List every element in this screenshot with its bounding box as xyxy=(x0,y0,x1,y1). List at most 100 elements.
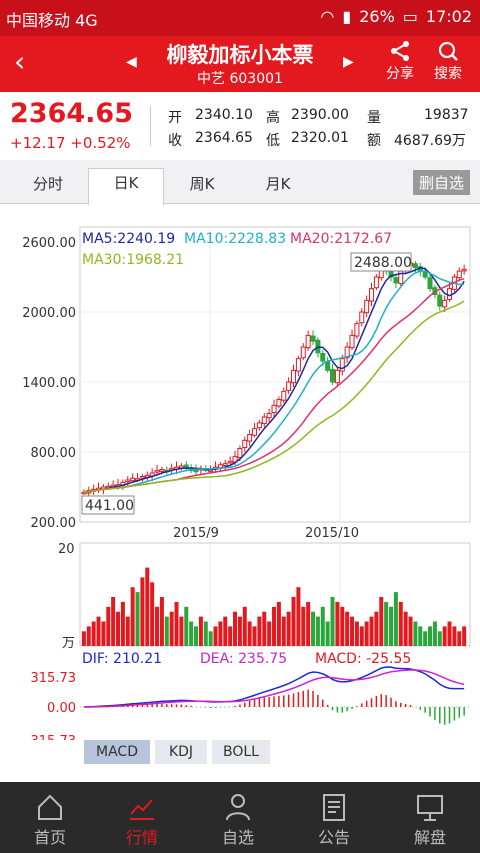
low-label: 低 xyxy=(266,133,280,149)
tab-monthly-k[interactable]: 月K xyxy=(240,170,316,204)
nav-announcements[interactable]: 公告 xyxy=(304,792,364,848)
bottom-nav: 首页 行情 自选 公告 解盘 xyxy=(0,782,480,853)
volume-bar xyxy=(330,597,335,646)
volume-bar xyxy=(403,611,408,646)
search-button[interactable]: 搜索 xyxy=(428,40,468,83)
volume-bar xyxy=(447,621,452,646)
volume-bar xyxy=(145,567,150,646)
tab-intraday[interactable]: 分时 xyxy=(10,170,86,204)
volume-bar xyxy=(335,601,340,646)
ma20-legend: MA20:2172.67 xyxy=(290,231,392,247)
candle-body xyxy=(364,299,370,314)
volume-max-label: 20 xyxy=(58,542,75,557)
nav-home[interactable]: 首页 xyxy=(20,792,80,848)
battery-level: 26% xyxy=(359,7,395,26)
volume-bar xyxy=(120,601,125,646)
candle-body xyxy=(442,299,448,308)
volume-bar xyxy=(452,626,457,646)
volume-bar xyxy=(432,621,437,646)
x-tick-label: 2015/9 xyxy=(173,526,219,541)
volume-bar xyxy=(291,597,296,646)
volume-bar xyxy=(130,587,135,646)
back-icon[interactable]: ‹ xyxy=(14,48,25,76)
ma-lines xyxy=(83,266,465,493)
price-change: +12.17 +0.52% xyxy=(10,134,131,152)
tab-daily-k[interactable]: 日K xyxy=(88,168,164,205)
volume-bar xyxy=(369,616,374,646)
candle-body xyxy=(334,369,340,384)
period-tabs: 分时 日K 周K 月K 删自选 xyxy=(0,160,480,205)
battery-icon: ▭ xyxy=(402,7,418,26)
volume-bar xyxy=(125,616,130,646)
volume-bar xyxy=(174,601,179,646)
volume-bar xyxy=(228,626,233,646)
volume-bar xyxy=(384,601,389,646)
share-label: 分享 xyxy=(386,66,414,82)
volume-bar xyxy=(389,606,394,646)
volume-bar xyxy=(159,597,164,646)
candle-body xyxy=(281,390,287,401)
indicator-kdj[interactable]: KDJ xyxy=(155,740,207,764)
volume-bar xyxy=(96,616,101,646)
volume-bar xyxy=(428,626,433,646)
ma10-legend: MA10:2228.83 xyxy=(184,231,286,247)
y-tick-label: 200.00 xyxy=(31,516,77,531)
indicator-macd[interactable]: MACD xyxy=(84,740,150,764)
user-icon xyxy=(226,794,250,821)
indicator-boll[interactable]: BOLL xyxy=(212,740,270,764)
open-value: 2340.10 xyxy=(195,107,253,123)
min-price-label: 441.00 xyxy=(85,498,134,514)
current-price: 2364.65 xyxy=(10,98,133,129)
volume-bar xyxy=(189,621,194,646)
candle-body xyxy=(437,294,443,307)
volume-bar xyxy=(135,592,140,646)
volume-bar xyxy=(345,611,350,646)
nav-market[interactable]: 行情 xyxy=(112,792,172,848)
k-line-chart[interactable]: 2600.002000.001400.00800.00200.002015/9 2… xyxy=(0,205,480,740)
candle-body xyxy=(330,368,336,383)
volume-bar xyxy=(272,606,277,646)
volume-bar xyxy=(237,616,242,646)
delete-favorite-button[interactable]: 删自选 xyxy=(412,170,470,195)
volume-bar xyxy=(398,601,403,646)
volume-bar xyxy=(350,616,355,646)
chart-labels: 2600.002000.001400.00800.00200.002015/9 2… xyxy=(22,231,412,740)
candle-body xyxy=(447,288,453,300)
next-stock-icon[interactable]: ▶ xyxy=(343,54,354,70)
tab-weekly-k[interactable]: 周K xyxy=(164,170,240,204)
volume-bar xyxy=(116,611,121,646)
volume-bar xyxy=(91,621,96,646)
volume-bar xyxy=(247,621,252,646)
nav-market-label: 行情 xyxy=(125,828,158,847)
volume-bar xyxy=(340,606,345,646)
search-icon xyxy=(438,41,458,61)
candle-body xyxy=(261,416,267,425)
volume-bar xyxy=(442,626,447,646)
header: ‹ ◀ 柳毅加标小本票 中艺 603001 ▶ 分享 搜索 xyxy=(0,36,480,92)
share-button[interactable]: 分享 xyxy=(380,40,420,83)
candle-body xyxy=(359,311,365,324)
volume-bar xyxy=(281,616,286,646)
status-bar: 中国移动 4G ◠ ▮ 26% ▭ 17:02 xyxy=(0,0,480,36)
divider xyxy=(150,106,151,146)
volume-bar xyxy=(223,616,228,646)
candle-body xyxy=(456,270,462,279)
nav-analysis[interactable]: 解盘 xyxy=(400,792,460,848)
stock-title: 柳毅加标小本票 xyxy=(166,43,314,67)
volume-bar xyxy=(106,606,111,646)
candle-body xyxy=(266,413,272,419)
prev-stock-icon[interactable]: ◀ xyxy=(126,54,137,70)
nav-favorites[interactable]: 自选 xyxy=(208,792,268,848)
ma5-legend: MA5:2240.19 xyxy=(82,231,175,247)
volume-bar xyxy=(81,631,86,646)
dif-legend: DIF: 210.21 xyxy=(82,651,162,667)
volume-bar xyxy=(194,626,199,646)
volume-bar xyxy=(252,626,257,646)
candle-body xyxy=(295,358,301,372)
macd-chart xyxy=(83,666,465,725)
candle-body xyxy=(242,439,248,449)
candle-body xyxy=(130,477,136,482)
volume-bar xyxy=(179,616,184,646)
volume-bar xyxy=(311,611,316,646)
volume-bar xyxy=(437,631,442,646)
